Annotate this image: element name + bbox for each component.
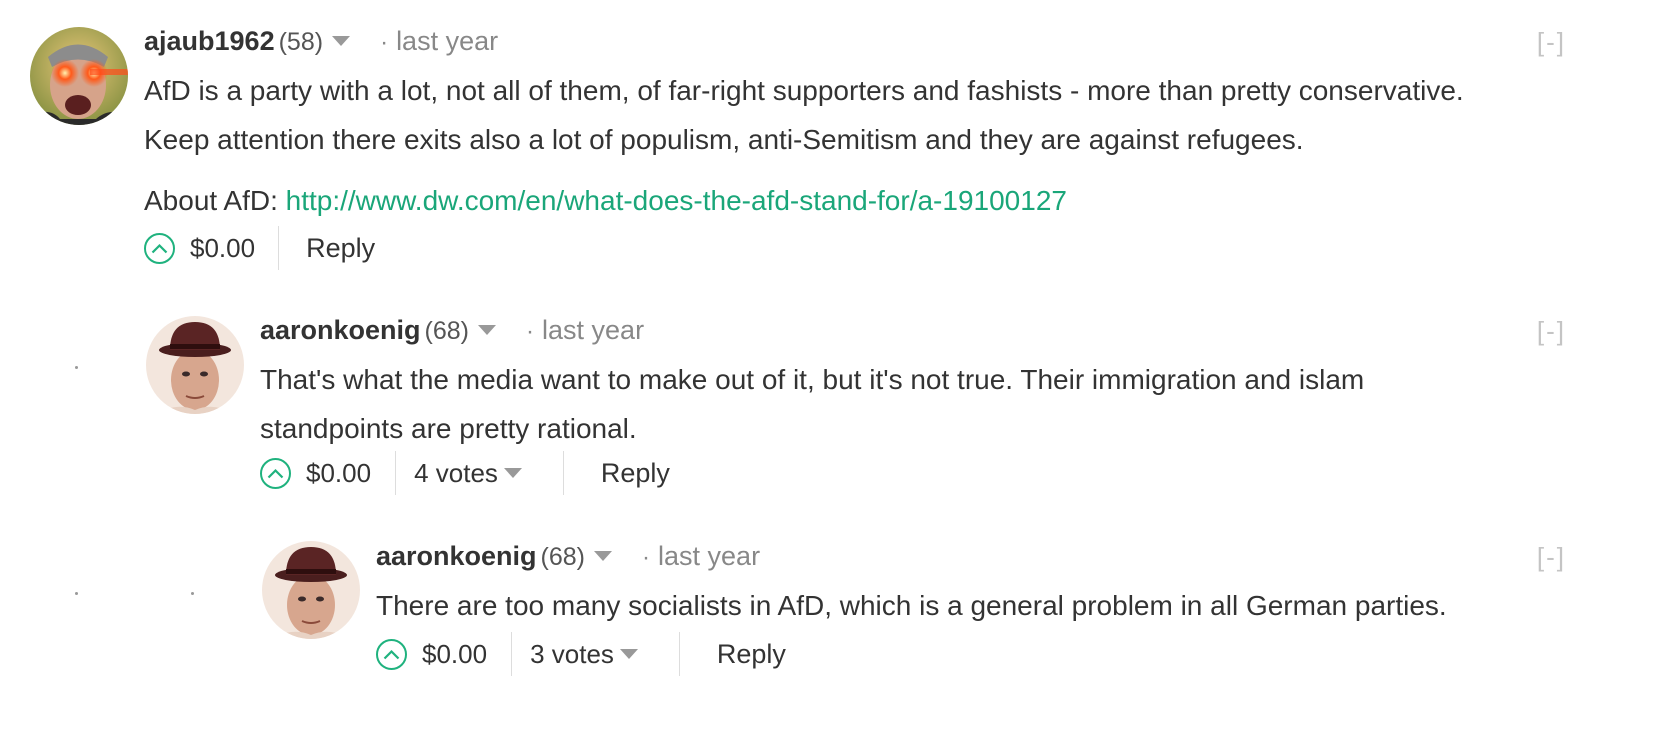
upvote-button[interactable] — [144, 232, 175, 264]
comment-footer: $0.00 3 votes Reply — [376, 632, 786, 676]
timestamp[interactable]: last year — [396, 26, 498, 57]
avatar-image — [262, 541, 360, 639]
caret-down-icon[interactable] — [594, 551, 613, 561]
divider — [678, 632, 680, 676]
collapse-toggle[interactable]: [-] — [1537, 27, 1566, 58]
author-name[interactable]: ajaub1962 — [144, 26, 275, 57]
avatar-image — [146, 316, 244, 414]
thread-indicator — [75, 366, 78, 369]
timestamp[interactable]: last year — [658, 541, 760, 572]
avatar[interactable] — [146, 316, 244, 414]
votes-dropdown[interactable]: 3 votes — [530, 639, 638, 670]
upvote-button[interactable] — [376, 638, 407, 670]
thread-indicator — [191, 592, 194, 595]
avatar-image — [30, 27, 128, 125]
payout-value[interactable]: $0.00 — [306, 458, 371, 489]
comment-header: aaronkoenig (68) · last year — [376, 541, 760, 572]
comment-body: AfD is a party with a lot, not all of th… — [144, 66, 1464, 225]
reputation-score: (68) — [424, 317, 470, 345]
comment-line: standpoints are pretty rational. — [260, 413, 637, 444]
author-name[interactable]: aaronkoenig — [376, 541, 537, 572]
divider — [562, 451, 564, 495]
separator-dot: · — [380, 29, 389, 56]
reputation-score: (68) — [540, 543, 586, 571]
comment-footer: $0.00 4 votes Reply — [260, 451, 670, 495]
chevron-up-icon — [267, 468, 284, 478]
votes-count: 3 votes — [530, 638, 614, 669]
chevron-up-icon — [151, 243, 168, 253]
avatar[interactable] — [30, 27, 128, 125]
comment-footer: $0.00 Reply — [144, 226, 375, 270]
separator-dot: · — [642, 544, 651, 571]
payout-value[interactable]: $0.00 — [422, 639, 487, 670]
reply-button[interactable]: Reply — [601, 458, 670, 489]
caret-down-icon[interactable] — [478, 325, 497, 335]
collapse-toggle[interactable]: [-] — [1537, 316, 1566, 347]
caret-down-icon — [619, 649, 638, 659]
avatar[interactable] — [262, 541, 360, 639]
comment-line: There are too many socialists in AfD, wh… — [376, 590, 1447, 621]
about-paragraph: About AfD: http://www.dw.com/en/what-doe… — [144, 176, 1464, 225]
external-link[interactable]: http://www.dw.com/en/what-does-the-afd-s… — [286, 185, 1067, 216]
caret-down-icon[interactable] — [332, 36, 351, 46]
about-label: About AfD: — [144, 185, 286, 216]
comment-line: That's what the media want to make out o… — [260, 364, 1365, 395]
reply-button[interactable]: Reply — [717, 639, 786, 670]
divider — [511, 632, 513, 676]
timestamp[interactable]: last year — [542, 315, 644, 346]
divider — [395, 451, 397, 495]
comment-line: Keep attention there exits also a lot of… — [144, 124, 1304, 155]
collapse-toggle[interactable]: [-] — [1537, 542, 1566, 573]
reputation-score: (58) — [278, 28, 324, 56]
comment-header: aaronkoenig (68) · last year — [260, 315, 644, 346]
comment-line: AfD is a party with a lot, not all of th… — [144, 75, 1464, 106]
votes-count: 4 votes — [414, 457, 498, 488]
comment-body: There are too many socialists in AfD, wh… — [376, 581, 1447, 630]
upvote-button[interactable] — [260, 457, 291, 489]
comment-header: ajaub1962 (58) · last year — [144, 26, 498, 57]
thread-indicator — [75, 592, 78, 595]
caret-down-icon — [503, 468, 522, 478]
separator-dot: · — [526, 318, 535, 345]
reply-button[interactable]: Reply — [306, 233, 375, 264]
votes-dropdown[interactable]: 4 votes — [414, 458, 522, 489]
comment-body: That's what the media want to make out o… — [260, 355, 1364, 453]
payout-value[interactable]: $0.00 — [190, 233, 255, 264]
chevron-up-icon — [383, 649, 400, 659]
divider — [278, 226, 280, 270]
author-name[interactable]: aaronkoenig — [260, 315, 421, 346]
